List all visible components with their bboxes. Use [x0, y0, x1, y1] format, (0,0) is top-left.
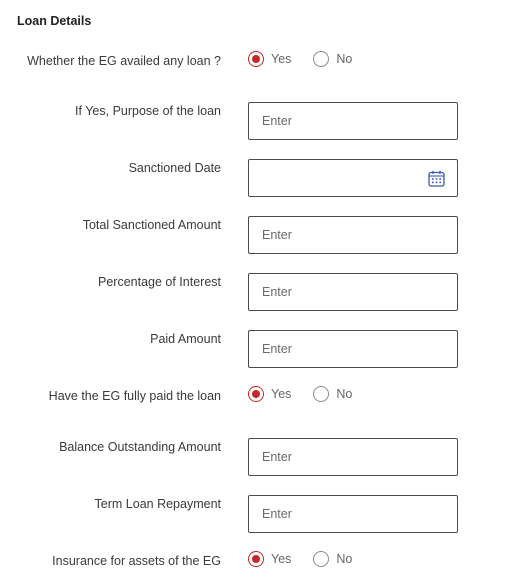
insurance-no-option[interactable]: No: [313, 551, 352, 567]
balance-input[interactable]: [248, 438, 458, 476]
interest-label: Percentage of Interest: [98, 275, 221, 289]
paid-amount-label: Paid Amount: [150, 332, 221, 346]
insurance-radio-group: Yes No: [248, 551, 374, 567]
loan-availed-no-option[interactable]: No: [313, 51, 352, 67]
fully-paid-yes-label: Yes: [271, 387, 292, 401]
loan-availed-label: Whether the EG availed any loan ?: [27, 54, 221, 68]
sanctioned-date-field[interactable]: [248, 159, 458, 197]
loan-availed-yes-option[interactable]: Yes: [248, 51, 291, 67]
sanctioned-date-label: Sanctioned Date: [128, 161, 221, 175]
fully-paid-no-option[interactable]: No: [313, 386, 352, 402]
term-loan-input[interactable]: [248, 495, 458, 533]
interest-input[interactable]: [248, 273, 458, 311]
loan-availed-yes-radio[interactable]: [248, 51, 264, 67]
term-loan-label: Term Loan Repayment: [94, 497, 221, 511]
balance-label: Balance Outstanding Amount: [59, 440, 221, 454]
insurance-label: Insurance for assets of the EG: [52, 554, 221, 568]
purpose-input[interactable]: [248, 102, 458, 140]
loan-availed-yes-label: Yes: [271, 52, 292, 66]
section-title: Loan Details: [17, 14, 92, 28]
fully-paid-yes-radio[interactable]: [248, 386, 264, 402]
insurance-no-radio[interactable]: [313, 551, 330, 567]
fully-paid-label: Have the EG fully paid the loan: [48, 389, 221, 403]
fully-paid-no-radio[interactable]: [313, 386, 330, 402]
total-sanctioned-label: Total Sanctioned Amount: [82, 218, 221, 232]
fully-paid-yes-option[interactable]: Yes: [248, 386, 291, 402]
insurance-yes-option[interactable]: Yes: [248, 551, 291, 567]
insurance-yes-radio[interactable]: [248, 551, 264, 567]
insurance-no-label: No: [336, 552, 353, 566]
total-sanctioned-input[interactable]: [248, 216, 458, 254]
fully-paid-radio-group: Yes No: [248, 386, 374, 402]
fully-paid-no-label: No: [336, 387, 353, 401]
insurance-yes-label: Yes: [271, 552, 292, 566]
calendar-icon[interactable]: [428, 170, 445, 187]
paid-amount-input[interactable]: [248, 330, 458, 368]
loan-availed-no-label: No: [336, 52, 353, 66]
loan-availed-no-radio[interactable]: [313, 51, 330, 67]
loan-availed-radio-group: Yes No: [248, 51, 374, 67]
purpose-label: If Yes, Purpose of the loan: [75, 104, 221, 118]
